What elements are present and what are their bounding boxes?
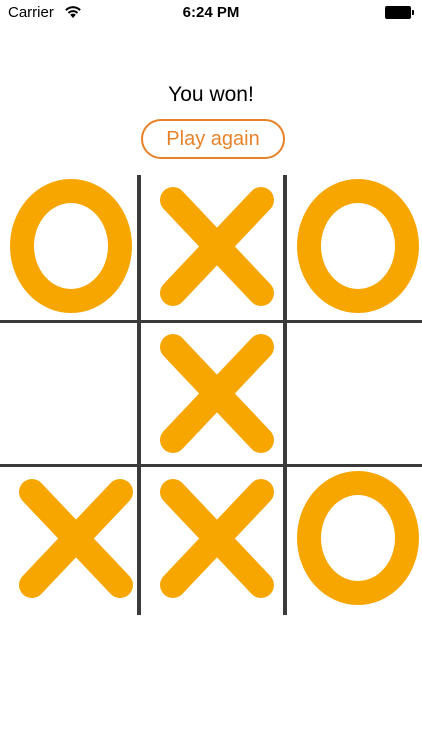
clock: 6:24 PM: [182, 4, 240, 21]
board-cell[interactable]: [141, 467, 281, 612]
empty-cell: [287, 322, 422, 467]
o-mark-icon: [10, 179, 132, 313]
grid-line-horizontal: [0, 320, 422, 323]
game-board: [0, 175, 422, 615]
empty-cell: [0, 322, 140, 467]
battery-icon: [385, 6, 415, 19]
board-cell[interactable]: [287, 467, 422, 612]
o-mark-icon: [297, 471, 419, 605]
board-cell[interactable]: [287, 175, 422, 320]
x-mark-icon: [19, 479, 133, 598]
x-mark-icon: [160, 479, 274, 598]
play-again-button[interactable]: Play again: [141, 119, 285, 159]
board-cell[interactable]: [287, 322, 422, 467]
o-mark-icon: [297, 179, 419, 313]
grid-line-vertical: [137, 175, 141, 615]
grid-line-horizontal: [0, 464, 422, 467]
board-cell[interactable]: [141, 175, 281, 320]
board-cell[interactable]: [0, 467, 140, 612]
x-mark-icon: [160, 334, 274, 453]
x-mark-icon: [160, 187, 274, 306]
status-bar: Carrier 6:24 PM: [0, 0, 422, 26]
board-cell[interactable]: [0, 322, 140, 467]
board-cell[interactable]: [141, 322, 281, 467]
game-result-text: You won!: [168, 83, 254, 106]
grid-line-vertical: [283, 175, 287, 615]
board-cell[interactable]: [0, 175, 140, 320]
